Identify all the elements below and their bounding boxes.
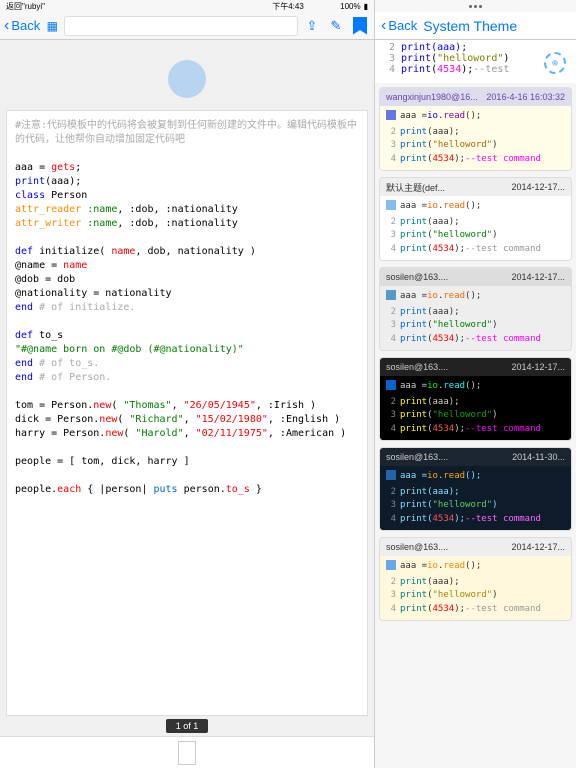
theme-list[interactable]: wangxinjun1980@16... 2016-4-16 16:03:32 … [375, 83, 576, 768]
page-thumbnail[interactable] [178, 741, 196, 765]
theme-card[interactable]: sosilen@163.... 2014-11-30... aaa = io.r… [379, 447, 572, 531]
theme-preview: 2print(aaa); 3print("helloword") 4print(… [375, 40, 576, 83]
back-button[interactable]: ‹ Back [4, 17, 40, 35]
document-area: #注意:代码模板中的代码将会被复制到任何新创建的文件中。编辑代码模板中的代码，让… [0, 40, 374, 716]
card-header: sosilen@163.... 2014-12-17... [380, 268, 571, 286]
theme-pane: ‹ Back System Theme 2print(aaa); 3print(… [375, 0, 576, 768]
card-date: 2014-12-17... [511, 272, 565, 282]
card-body: aaa = io.read(); 2print(aaa); 3print("he… [380, 106, 571, 170]
theme-card[interactable]: sosilen@163.... 2014-12-17... aaa = io.r… [379, 537, 572, 621]
card-user: sosilen@163.... [386, 542, 448, 552]
theme-card[interactable]: 默认主题(def... 2014-12-17... aaa = io.read(… [379, 177, 572, 261]
chevron-left-icon: ‹ [381, 17, 386, 35]
battery-text: 100% [340, 2, 360, 11]
code-line: aaa = gets; [15, 161, 359, 175]
status-right: 100% ▮ [340, 2, 368, 11]
back-label: Back [11, 18, 40, 33]
preview-line: 3print("helloword") [381, 53, 570, 64]
bookmark-button[interactable] [350, 16, 370, 36]
refresh-button[interactable]: ⊚ [544, 52, 566, 74]
code-line: attr_reader :name, :dob, :nationality [15, 203, 359, 217]
status-back-app: 返回"rubyi" [6, 1, 45, 12]
code-line: "#@name born on #@dob (#@nationality)" [15, 343, 359, 357]
card-header: 默认主题(def... 2014-12-17... [380, 178, 571, 196]
theme-card[interactable]: sosilen@163.... 2014-12-17... aaa = io.r… [379, 267, 572, 351]
bookmark-icon [353, 17, 367, 35]
code-line: def to_s [15, 329, 359, 343]
code-line: end # of to_s. [15, 357, 359, 371]
status-time: 下午4:43 [272, 1, 304, 12]
grid-view-button[interactable]: ▦ [44, 18, 60, 34]
code-line: end # of initialize. [15, 301, 359, 315]
card-user: sosilen@163.... [386, 272, 448, 282]
card-header: wangxinjun1980@16... 2016-4-16 16:03:32 [380, 88, 571, 106]
code-page[interactable]: #注意:代码模板中的代码将会被复制到任何新创建的文件中。编辑代码模板中的代码，让… [6, 110, 368, 716]
toolbar: ‹ Back ▦ ⇪ ✎ [0, 12, 374, 40]
card-user: sosilen@163.... [386, 452, 448, 462]
editor-pane: 返回"rubyi" 下午4:43 100% ▮ ‹ Back ▦ ⇪ ✎ #注意… [0, 0, 375, 768]
battery-icon: ▮ [364, 2, 368, 11]
code-line: people.each { |person| puts person.to_s … [15, 483, 359, 497]
code-line: dick = Person.new( "Richard", "15/02/198… [15, 413, 359, 427]
card-body: aaa = io.read(); 2print(aaa); 3print("he… [380, 376, 571, 440]
back-label: Back [388, 18, 417, 33]
page-footer: 1 of 1 [0, 716, 374, 736]
card-header: sosilen@163.... 2014-12-17... [380, 538, 571, 556]
search-input[interactable] [64, 16, 298, 36]
status-bar-right [375, 0, 576, 12]
card-header: sosilen@163.... 2014-12-17... [380, 358, 571, 376]
share-button[interactable]: ⇪ [302, 16, 322, 36]
status-dots-icon [469, 5, 482, 8]
theme-card[interactable]: wangxinjun1980@16... 2016-4-16 16:03:32 … [379, 87, 572, 171]
code-line: end # of Person. [15, 371, 359, 385]
card-date: 2014-12-17... [511, 542, 565, 552]
cursor-indicator[interactable] [168, 60, 206, 98]
card-body: aaa = io.read(); 2print(aaa); 3print("he… [380, 466, 571, 530]
preview-line: 2print(aaa); [381, 42, 570, 53]
code-line: harry = Person.new( "Harold", "02/11/197… [15, 427, 359, 441]
card-date: 2014-12-17... [511, 182, 565, 192]
code-line: @name = name [15, 259, 359, 273]
card-body: aaa = io.read(); 2print(aaa); 3print("he… [380, 196, 571, 260]
theme-back-button[interactable]: ‹ Back [381, 17, 417, 35]
page-indicator: 1 of 1 [166, 719, 209, 733]
preview-line: 4print(4534);--test [381, 64, 570, 75]
comment-text: #注意:代码模板中的代码将会被复制到任何新创建的文件中。编辑代码模板中的代码，让… [15, 119, 359, 147]
code-line: attr_writer :name, :dob, :nationality [15, 217, 359, 231]
code-line: class Person [15, 189, 359, 203]
card-user: sosilen@163.... [386, 362, 448, 372]
code-line: def initialize( name, dob, nationality ) [15, 245, 359, 259]
thumbnail-bar [0, 736, 374, 768]
code-line: people = [ tom, dick, harry ] [15, 455, 359, 469]
theme-header: ‹ Back System Theme [375, 12, 576, 40]
card-date: 2014-11-30... [512, 452, 565, 462]
card-body: aaa = io.read(); 2print(aaa); 3print("he… [380, 286, 571, 350]
chevron-left-icon: ‹ [4, 17, 9, 35]
card-header: sosilen@163.... 2014-11-30... [380, 448, 571, 466]
card-date: 2014-12-17... [511, 362, 565, 372]
code-line: tom = Person.new( "Thomas", "26/05/1945"… [15, 399, 359, 413]
card-date: 2016-4-16 16:03:32 [486, 92, 565, 102]
theme-title: System Theme [423, 18, 517, 34]
code-line: @dob = dob [15, 273, 359, 287]
card-body: aaa = io.read(); 2print(aaa); 3print("he… [380, 556, 571, 620]
edit-button[interactable]: ✎ [326, 16, 346, 36]
theme-card[interactable]: sosilen@163.... 2014-12-17... aaa = io.r… [379, 357, 572, 441]
card-user: wangxinjun1980@16... [386, 92, 478, 102]
card-user: 默认主题(def... [386, 181, 445, 194]
code-line: @nationality = nationality [15, 287, 359, 301]
code-line: print(aaa); [15, 175, 359, 189]
status-bar: 返回"rubyi" 下午4:43 100% ▮ [0, 0, 374, 12]
